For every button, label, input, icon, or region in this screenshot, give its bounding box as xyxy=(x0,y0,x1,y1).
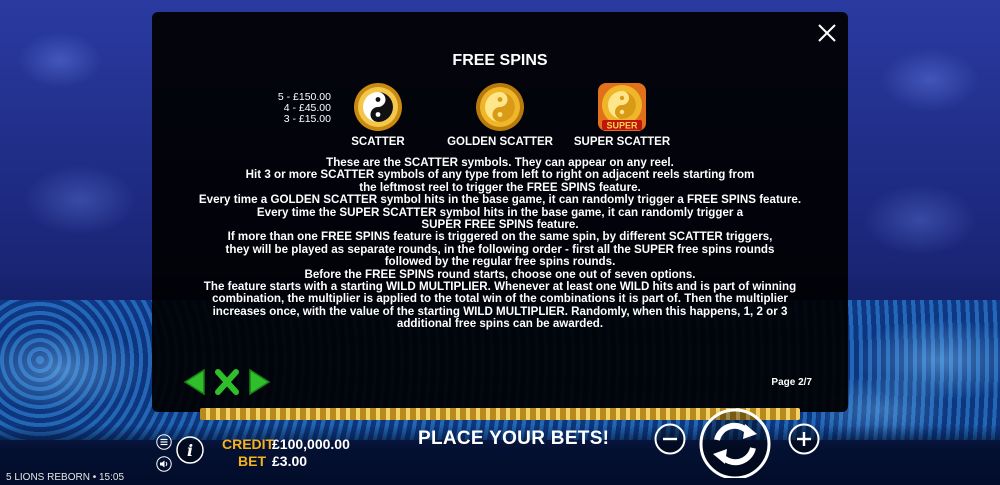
description-line: Every time a GOLDEN SCATTER symbol hits … xyxy=(198,193,802,207)
description-line: Hit 3 or more SCATTER symbols of any typ… xyxy=(245,168,755,182)
status-message: PLACE YOUR BETS! xyxy=(418,428,610,449)
paytable-dialog: FREE SPINS 5 - £150.00 4 - £45.00 3 - £1… xyxy=(152,12,848,412)
svg-text:i: i xyxy=(187,441,193,460)
symbol-scatter: SCATTER xyxy=(318,82,438,148)
menu-icon[interactable] xyxy=(156,434,172,450)
description-line: followed by the regular free spins round… xyxy=(384,255,616,269)
paytable-title: FREE SPINS xyxy=(452,52,548,69)
previous-page-icon[interactable] xyxy=(182,368,208,396)
page-indicator: Page 2/7 xyxy=(771,377,812,388)
close-icon[interactable] xyxy=(816,22,838,44)
yin-yang-coin-icon xyxy=(354,83,402,131)
bet-label: BET xyxy=(238,453,266,469)
symbol-label: GOLDEN SCATTER xyxy=(447,136,553,148)
decrease-bet-button[interactable] xyxy=(654,423,686,455)
spin-button[interactable] xyxy=(695,406,775,478)
symbol-label: SCATTER xyxy=(351,136,405,148)
sound-icon[interactable] xyxy=(156,456,172,472)
feature-description: These are the SCATTER symbols. They can … xyxy=(172,156,828,331)
credit-value: £100,000.00 xyxy=(272,436,350,452)
close-paytable-x-icon[interactable] xyxy=(214,368,240,396)
bet-value: £3.00 xyxy=(272,453,308,469)
symbol-label: SUPER SCATTER xyxy=(573,136,671,148)
description-line: additional free spins can be awarded. xyxy=(396,317,604,331)
footer-separator: • xyxy=(92,472,97,483)
clock: 15:05 xyxy=(99,472,125,483)
next-page-icon[interactable] xyxy=(246,368,272,396)
description-line: combination, the multiplier is applied t… xyxy=(212,292,788,306)
credit-label: CREDIT xyxy=(222,436,275,452)
balance-panel: CREDIT£100,000.00 BET £3.00 xyxy=(222,436,350,470)
info-icon[interactable]: i xyxy=(176,436,204,464)
super-badge-text: SUPER xyxy=(606,121,638,131)
game-footer: 5 LIONS REBORN • 15:05 xyxy=(6,472,124,483)
super-yin-yang-coin-icon: SUPER xyxy=(598,83,646,131)
increase-bet-button[interactable] xyxy=(788,423,820,455)
page-navigation xyxy=(182,368,272,396)
symbol-golden-scatter: GOLDEN SCATTER xyxy=(440,82,560,148)
golden-yin-yang-coin-icon xyxy=(476,83,524,131)
game-name: 5 LIONS REBORN xyxy=(6,472,90,483)
symbol-super-scatter: SUPER SUPER SCATTER xyxy=(562,82,682,148)
description-line: If more than one FREE SPINS feature is t… xyxy=(227,230,773,244)
